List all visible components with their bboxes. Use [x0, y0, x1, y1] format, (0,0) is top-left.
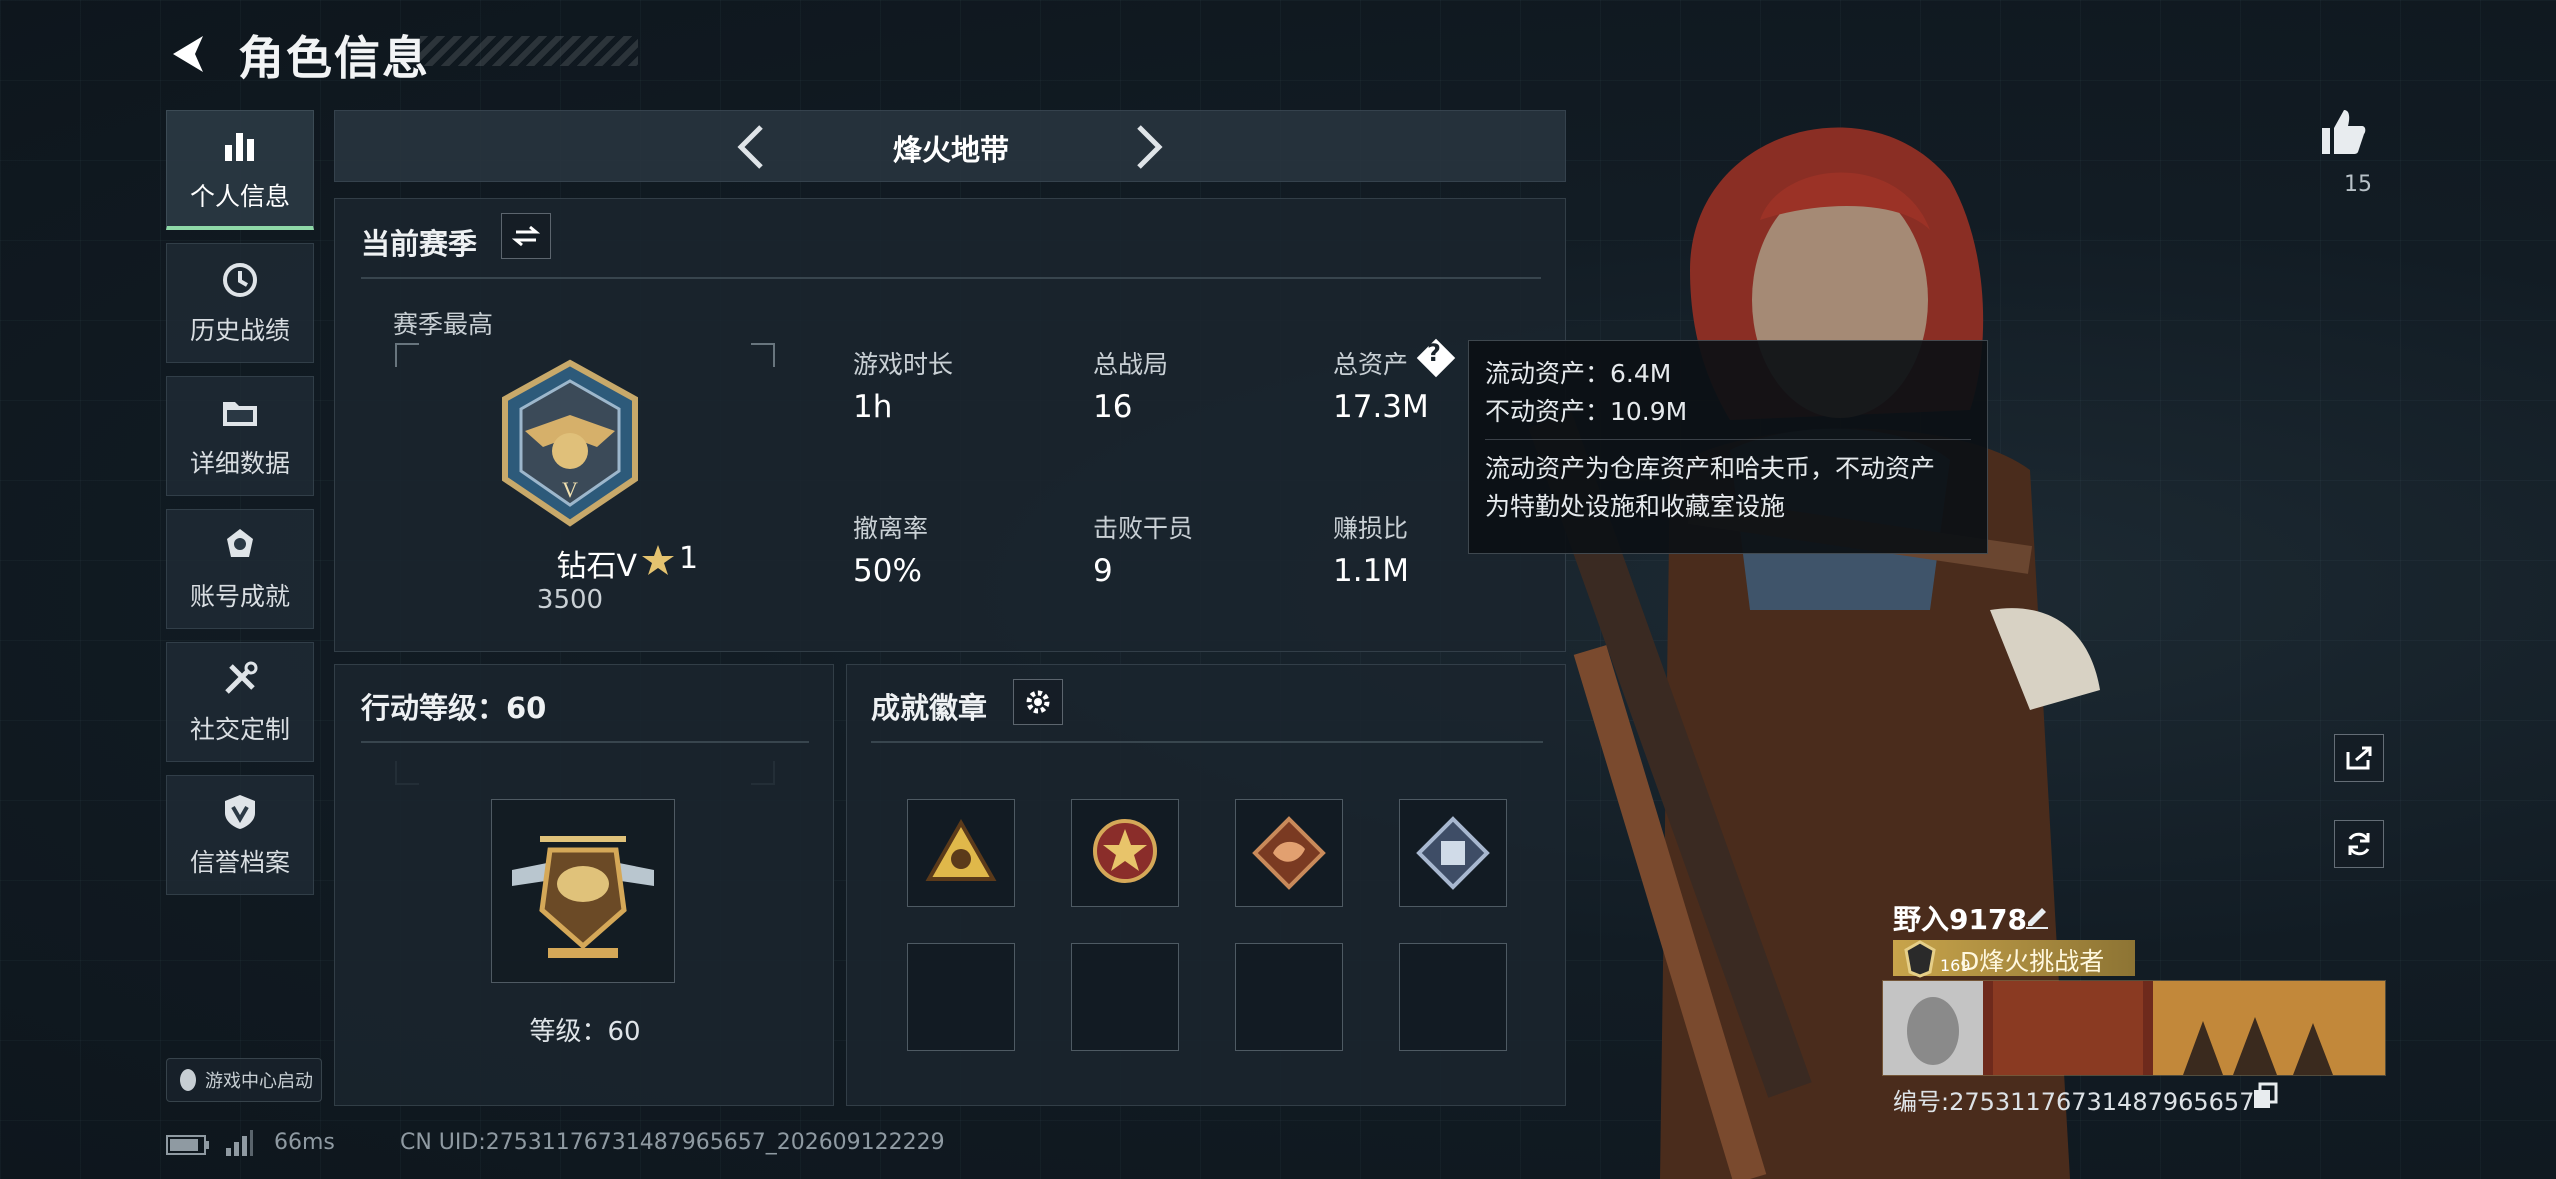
- wings-emblem-icon: [1904, 940, 1936, 978]
- tooltip-divider: [1485, 439, 1971, 440]
- sidebar-item-history[interactable]: 历史战绩: [166, 243, 314, 363]
- stat-label: 撤离率: [853, 514, 929, 543]
- rank-points: 3500: [536, 585, 604, 615]
- sidebar-item-label: 历史战绩: [189, 316, 290, 345]
- launch-label: 游戏中心启动: [205, 1071, 313, 1092]
- action-level-panel: 行动等级：60 等级：60: [334, 664, 834, 1106]
- refresh-icon: [2348, 832, 2370, 856]
- badge-slot-empty[interactable]: [907, 943, 1015, 1051]
- badge-slot[interactable]: [907, 799, 1015, 907]
- ping-text: 66ms: [274, 1130, 335, 1155]
- stat-value: 1h: [853, 389, 893, 425]
- swap-arrows-icon: [512, 225, 540, 247]
- banner-art: [1883, 981, 2385, 1075]
- rank-name: 钻石V: [556, 549, 637, 584]
- divider: [361, 277, 1541, 279]
- like-count: 15: [2344, 172, 2372, 197]
- player-nickname: 野入9178: [1893, 903, 2027, 936]
- title-decoration: [420, 36, 638, 66]
- rank-stars: 1: [679, 541, 699, 576]
- badge-slot-empty[interactable]: [1235, 943, 1343, 1051]
- battery-icon: [166, 1135, 209, 1155]
- signal-icon: [226, 1130, 253, 1156]
- sidebar-item-label: 社交定制: [189, 715, 290, 744]
- asset-tooltip: 流动资产：6.4M 不动资产：10.9M 流动资产为仓库资产和哈夫币，不动资产 …: [1468, 340, 1988, 554]
- bar-chart-icon: [225, 132, 254, 161]
- svg-text:V: V: [562, 477, 578, 502]
- thumbs-up-icon[interactable]: [2316, 106, 2370, 160]
- share-button[interactable]: [2334, 734, 2384, 782]
- sidebar-item-label: 信誉档案: [189, 848, 290, 877]
- stat-value: 17.3M: [1333, 389, 1429, 425]
- page-title: 角色信息: [238, 31, 430, 85]
- player-title-text: D烽火挑战者: [1960, 947, 2105, 976]
- level-text: 等级：60: [529, 1017, 641, 1047]
- dragon-badge-icon: [1252, 816, 1326, 890]
- edit-icon[interactable]: [2022, 900, 2052, 930]
- season-panel: 当前赛季 赛季最高 V 钻石V 1 3500 游戏时长 1h 总战局 16 总资…: [334, 198, 1566, 785]
- sidebar-item-personal-info[interactable]: 个人信息: [166, 110, 314, 230]
- gear-icon: [1026, 690, 1050, 714]
- back-arrow-icon[interactable]: [165, 30, 213, 78]
- badge-slot-empty[interactable]: [1071, 943, 1179, 1051]
- sidebar-item-label: 个人信息: [189, 181, 290, 211]
- badge-slot[interactable]: [1235, 799, 1343, 907]
- sidebar-item-label: 账号成就: [189, 582, 290, 611]
- game-center-launch-button[interactable]: 游戏中心启动: [166, 1058, 322, 1102]
- stat-label: 总资产: [1333, 350, 1409, 379]
- tooltip-liquid-assets: 流动资产：6.4M: [1485, 359, 1672, 388]
- stat-label: 赚损比: [1333, 514, 1409, 543]
- share-icon: [2346, 746, 2372, 770]
- folder-icon: [223, 402, 257, 426]
- stat-label: 总战局: [1093, 350, 1169, 379]
- stat-value: 9: [1093, 553, 1113, 589]
- season-highest-label: 赛季最高: [393, 310, 494, 339]
- badge-slot[interactable]: [1071, 799, 1179, 907]
- mode-selector: 烽火地带: [334, 110, 1566, 182]
- season-title: 当前赛季: [361, 227, 478, 261]
- history-clock-icon: [223, 263, 257, 297]
- sidebar-item-label: 详细数据: [189, 449, 290, 478]
- chevron-right-icon[interactable]: [1123, 119, 1173, 175]
- stat-label: 击败干员: [1093, 514, 1194, 543]
- player-id: 编号:27531176731487965657: [1893, 1088, 2255, 1116]
- star-shield-badge-icon: [1093, 819, 1157, 883]
- stat-value: 16: [1093, 389, 1133, 425]
- sidebar-item-credit-profile[interactable]: 信誉档案: [166, 775, 314, 895]
- sidebar-item-account-achievement[interactable]: 账号成就: [166, 509, 314, 629]
- refresh-button[interactable]: [2334, 820, 2384, 868]
- sidebar-item-detail-data[interactable]: 详细数据: [166, 376, 314, 496]
- diamond-rank-emblem-icon: V: [502, 359, 638, 527]
- level-emblem-frame: [491, 799, 675, 983]
- helicopter-emblem-icon: [512, 836, 654, 958]
- profile-banner: [1882, 980, 2386, 1076]
- triangle-badge-icon: [925, 818, 997, 881]
- stat-value: 50%: [853, 553, 922, 589]
- tooltip-desc-line2: 为特勤处设施和收藏室设施: [1485, 492, 1786, 521]
- penguin-icon: [180, 1069, 196, 1091]
- stat-label: 游戏时长: [853, 350, 954, 379]
- action-level-title: 行动等级：60: [361, 691, 547, 725]
- achievement-title: 成就徽章: [871, 691, 988, 725]
- footer-uid: CN UID:27531176731487965657_202609122229: [400, 1130, 945, 1155]
- tools-icon: [225, 661, 258, 694]
- achievement-settings-button[interactable]: [1013, 679, 1063, 725]
- sidebar-item-social-custom[interactable]: 社交定制: [166, 642, 314, 762]
- mode-title: 烽火地带: [892, 133, 1009, 167]
- stat-value: 1.1M: [1333, 553, 1410, 589]
- tooltip-fixed-assets: 不动资产：10.9M: [1485, 397, 1688, 426]
- achievement-icon: [227, 529, 253, 557]
- season-switch-button[interactable]: [501, 213, 551, 259]
- star-icon: [642, 545, 674, 575]
- shield-icon: [225, 795, 255, 829]
- divider: [361, 741, 809, 743]
- copy-icon[interactable]: [2252, 1082, 2278, 1110]
- tooltip-desc-line1: 流动资产为仓库资产和哈夫币，不动资产: [1485, 454, 1936, 483]
